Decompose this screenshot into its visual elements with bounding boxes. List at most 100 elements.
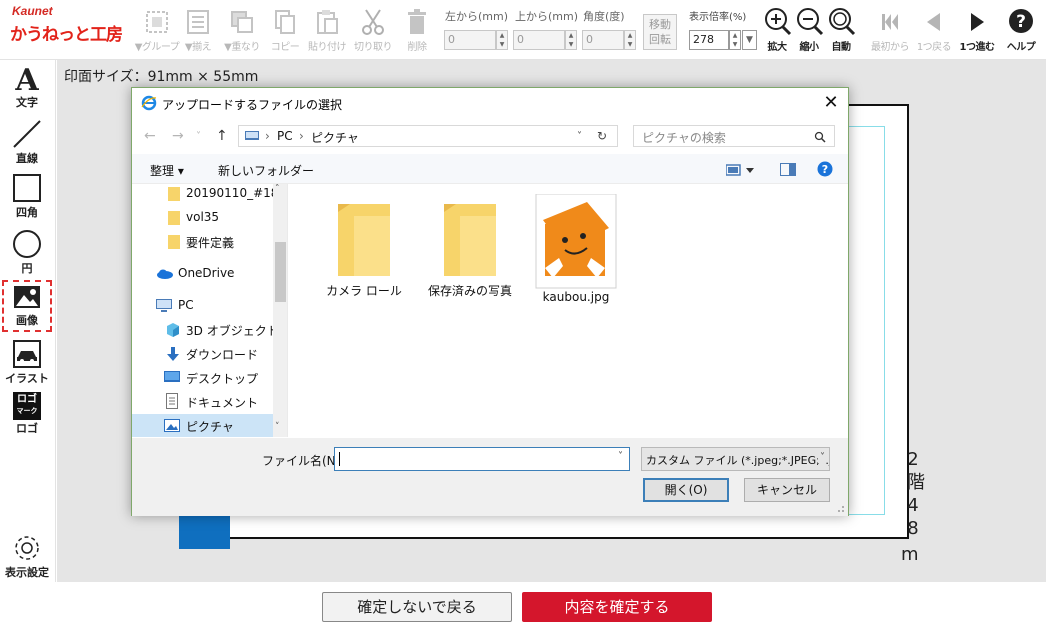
nav-item-folder-20190110[interactable]: 20190110_#18804 xyxy=(132,184,273,206)
cancel-button[interactable]: キャンセル xyxy=(744,478,830,502)
dialog-navigation-row: ← → ˅ ↑ › PC › ピクチャ ˅ ↻ ピクチャの検索 xyxy=(132,122,848,150)
new-folder-button[interactable]: 新しいフォルダー xyxy=(218,162,314,179)
undo-button[interactable]: 1つ戻る xyxy=(915,6,953,56)
circle-tool[interactable]: 円 xyxy=(2,228,52,276)
pictures-icon xyxy=(164,419,180,432)
dialog-bottom-pane: ファイル名(N): ˅ カスタム ファイル (*.jpeg;*.JPEG;*.j… xyxy=(132,438,848,516)
address-bar[interactable]: › PC › ピクチャ ˅ ↻ xyxy=(238,125,618,147)
back-without-confirm-button[interactable]: 確定しないで戻る xyxy=(322,592,512,622)
copy-icon xyxy=(275,10,295,34)
nav-item-folder-requirements[interactable]: 要件定義 xyxy=(132,230,273,254)
nav-item-pictures[interactable]: ピクチャ xyxy=(132,414,273,437)
resize-grip-icon[interactable] xyxy=(835,503,845,513)
cube-3d-icon xyxy=(167,323,179,337)
document-icon xyxy=(166,393,178,409)
left-mm-input[interactable]: 0 xyxy=(444,30,496,50)
filename-dropdown-chevron-icon[interactable]: ˅ xyxy=(618,451,623,462)
line-tool[interactable]: 直線 xyxy=(2,118,52,166)
kaunet-logo[interactable]: Kaunet かうねっと工房 xyxy=(8,4,123,48)
file-list-pane: カメラ ロール 保存済みの写真 kaubou.jpg xyxy=(292,184,848,437)
address-dropdown-chevron-icon[interactable]: ˅ xyxy=(577,131,582,142)
cut-button[interactable]: 切り取り xyxy=(352,6,394,56)
pc-small-icon xyxy=(245,131,259,140)
delete-button[interactable]: 削除 xyxy=(400,6,434,56)
dialog-search-input[interactable]: ピクチャの検索 xyxy=(633,125,835,147)
zoom-spinner[interactable]: ▲ ▼ xyxy=(729,30,741,50)
blue-shape-element[interactable] xyxy=(179,513,230,549)
zoom-auto-button[interactable]: 自動 xyxy=(826,6,856,56)
breadcrumb-pc[interactable]: PC xyxy=(277,129,293,143)
nav-item-downloads[interactable]: ダウンロード xyxy=(132,342,273,366)
first-step-button[interactable]: 最初から xyxy=(866,6,914,56)
help-button[interactable]: ? ヘルプ xyxy=(1002,6,1040,56)
file-item-saved-pictures[interactable]: 保存済みの写真 xyxy=(420,194,520,299)
zoom-out-button[interactable]: 縮小 xyxy=(794,6,824,56)
help-circle-icon[interactable]: ? xyxy=(817,161,833,177)
filename-input[interactable]: ˅ xyxy=(334,447,630,471)
left-mm-spinner[interactable]: ▲ ▼ xyxy=(496,30,508,50)
paste-button[interactable]: 貼り付け xyxy=(307,6,347,56)
group-button[interactable]: ▼グループ xyxy=(134,6,180,56)
up-arrow-icon[interactable]: ↑ xyxy=(216,128,228,144)
folder-small-icon xyxy=(168,187,180,201)
align-icon xyxy=(187,10,209,34)
copy-button[interactable]: コピー xyxy=(268,6,302,56)
folder-small-icon xyxy=(168,211,180,225)
dialog-command-bar: 整理 ▾ 新しいフォルダー ? xyxy=(132,154,848,184)
nav-item-3d-objects[interactable]: 3D オブジェクト xyxy=(132,318,273,342)
display-settings-tool[interactable]: 表示設定 xyxy=(2,532,52,580)
forward-arrow-icon[interactable]: → xyxy=(172,128,184,144)
nav-item-onedrive[interactable]: OneDrive xyxy=(132,262,273,286)
kaubou-thumbnail-icon xyxy=(535,194,617,289)
nav-item-documents[interactable]: ドキュメント xyxy=(132,390,273,414)
open-button[interactable]: 開く(O) xyxy=(643,478,729,502)
text-tool[interactable]: A 文字 xyxy=(2,62,52,110)
file-item-kaubou-jpg[interactable]: kaubou.jpg xyxy=(526,194,626,304)
rect-tool[interactable]: 四角 xyxy=(2,172,52,220)
change-view-icon[interactable] xyxy=(726,164,756,176)
angle-spinner[interactable]: ▲ ▼ xyxy=(624,30,636,50)
zoom-dropdown[interactable]: ▼ xyxy=(742,30,757,50)
recent-locations-chevron-icon[interactable]: ˅ xyxy=(196,131,201,142)
back-arrow-icon[interactable]: ← xyxy=(144,128,156,144)
file-item-camera-roll[interactable]: カメラ ロール xyxy=(314,194,414,299)
filetype-select[interactable]: カスタム ファイル (*.jpeg;*.JPEG;*.jpg ˅ xyxy=(641,447,830,471)
angle-input[interactable]: 0 xyxy=(582,30,624,50)
left-tool-panel: A 文字 直線 四角 円 画像 イラスト ロゴ マーク ロゴ 表示設定 xyxy=(0,60,56,629)
internet-explorer-icon xyxy=(141,95,157,111)
scroll-down-chevron-icon[interactable]: ˅ xyxy=(275,422,280,432)
refresh-icon[interactable]: ↻ xyxy=(597,129,607,143)
top-mm-input[interactable]: 0 xyxy=(513,30,565,50)
illust-tool[interactable]: イラスト xyxy=(2,338,52,386)
redo-button[interactable]: 1つ進む xyxy=(957,6,997,56)
vertical-address-text[interactable]: 2 階 4 8 xyxy=(907,448,925,540)
zoom-input[interactable]: 278 xyxy=(689,30,729,50)
trash-icon xyxy=(408,9,426,34)
dialog-titlebar[interactable]: アップロードするファイルの選択 ✕ xyxy=(132,88,848,118)
svg-text:?: ? xyxy=(822,163,828,176)
filename-label: ファイル名(N): xyxy=(262,454,345,468)
stack-order-button[interactable]: ▼重なり xyxy=(219,6,265,56)
vertical-text-tail: m xyxy=(901,544,919,565)
preview-pane-icon[interactable] xyxy=(780,163,796,176)
align-button[interactable]: ▼揃え xyxy=(180,6,216,56)
confirm-content-button[interactable]: 内容を確定する xyxy=(522,592,712,622)
dialog-close-button[interactable]: ✕ xyxy=(820,92,842,114)
top-mm-spinner[interactable]: ▲ ▼ xyxy=(565,30,577,50)
nav-pane-scroll-thumb[interactable] xyxy=(275,242,286,302)
organize-menu[interactable]: 整理 ▾ xyxy=(150,162,184,179)
nav-item-desktop[interactable]: デスクトップ xyxy=(132,366,273,390)
top-mm-label: 上から(mm) xyxy=(515,10,579,23)
breadcrumb-pictures[interactable]: ピクチャ xyxy=(311,129,359,146)
move-rotate-button[interactable]: 移動 回転 xyxy=(643,14,677,50)
nav-pane-scrollbar[interactable]: ˄ ˅ xyxy=(273,184,287,437)
help-icon: ? xyxy=(1009,9,1033,33)
logo-tool[interactable]: ロゴ マーク ロゴ xyxy=(2,392,52,436)
angle-label: 角度(度) xyxy=(583,10,625,23)
nav-item-pc[interactable]: PC xyxy=(132,294,273,318)
image-tool[interactable]: 画像 xyxy=(2,280,52,332)
dialog-title: アップロードするファイルの選択 xyxy=(162,98,343,112)
nav-item-folder-vol35[interactable]: vol35 xyxy=(132,206,273,230)
scroll-up-chevron-icon[interactable]: ˄ xyxy=(275,184,280,194)
zoom-in-button[interactable]: 拡大 xyxy=(762,6,792,56)
